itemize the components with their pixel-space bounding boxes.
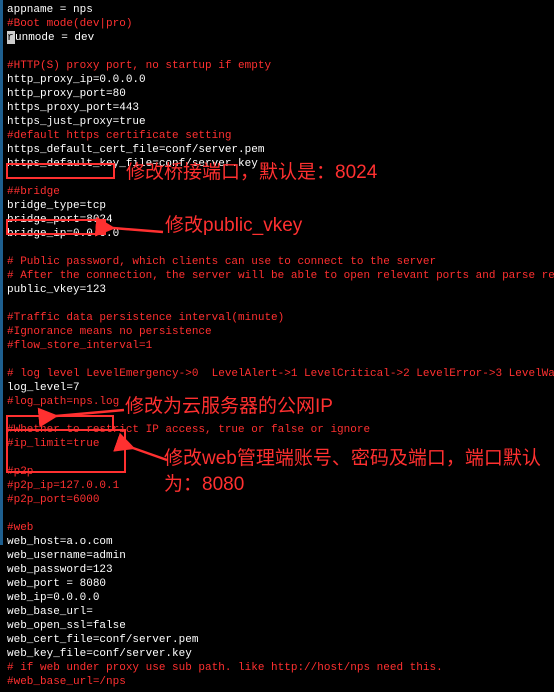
blank-line [7, 451, 550, 465]
config-line: web_port = 8080 [7, 577, 550, 591]
comment-line: #default https certificate setting [7, 129, 550, 143]
config-line: https_default_key_file=conf/server.key [7, 157, 550, 171]
blank-line [7, 45, 550, 59]
comment-line: #flow_store_interval=1 [7, 339, 550, 353]
config-line: web_cert_file=conf/server.pem [7, 633, 550, 647]
cursor: r [7, 31, 15, 44]
comment-line: ##bridge [7, 185, 550, 199]
comment-line: #web_base_url=/nps [7, 675, 550, 689]
comment-line: #HTTP(S) proxy port, no startup if empty [7, 59, 550, 73]
comment-line: #p2p [7, 465, 550, 479]
comment-line: # After the connection, the server will … [7, 269, 550, 283]
blank-line [7, 297, 550, 311]
comment-line: #Traffic data persistence interval(minut… [7, 311, 550, 325]
config-line: https_default_cert_file=conf/server.pem [7, 143, 550, 157]
comment-line: # log level LevelEmergency->0 LevelAlert… [7, 367, 550, 381]
config-line: bridge_port=8024 [7, 213, 550, 227]
config-line: appname = nps [7, 3, 550, 17]
blank-line [7, 241, 550, 255]
config-line: bridge_ip=0.0.0.0 [7, 227, 550, 241]
config-line: web_password=123 [7, 563, 550, 577]
config-line: web_base_url= [7, 605, 550, 619]
comment-line: # if web under proxy use sub path. like … [7, 661, 550, 675]
config-line: web_key_file=conf/server.key [7, 647, 550, 661]
config-line: https_just_proxy=true [7, 115, 550, 129]
comment-line: #Ignorance means no persistence [7, 325, 550, 339]
config-line: web_host=a.o.com [7, 535, 550, 549]
comment-line: #p2p_ip=127.0.0.1 [7, 479, 550, 493]
config-line: http_proxy_ip=0.0.0.0 [7, 73, 550, 87]
comment-line: #ip_limit=true [7, 437, 550, 451]
comment-line: #Whether to restrict IP access, true or … [7, 423, 550, 437]
config-line: http_proxy_port=80 [7, 87, 550, 101]
blank-line [7, 353, 550, 367]
config-line: runmode = dev [7, 31, 550, 45]
blank-line [7, 171, 550, 185]
blank-line [7, 507, 550, 521]
config-line: public_vkey=123 [7, 283, 550, 297]
config-line: https_proxy_port=443 [7, 101, 550, 115]
comment-line: #Boot mode(dev|pro) [7, 17, 550, 31]
comment-line: # Public password, which clients can use… [7, 255, 550, 269]
config-line: log_level=7 [7, 381, 550, 395]
comment-line: #log_path=nps.log [7, 395, 550, 409]
config-line: web_ip=0.0.0.0 [7, 591, 550, 605]
config-line: web_username=admin [7, 549, 550, 563]
config-file-editor: appname = nps #Boot mode(dev|pro) runmod… [3, 0, 554, 692]
comment-line: #web [7, 521, 550, 535]
config-line: bridge_type=tcp [7, 199, 550, 213]
config-line: web_open_ssl=false [7, 619, 550, 633]
blank-line [7, 409, 550, 423]
comment-line: #p2p_port=6000 [7, 493, 550, 507]
